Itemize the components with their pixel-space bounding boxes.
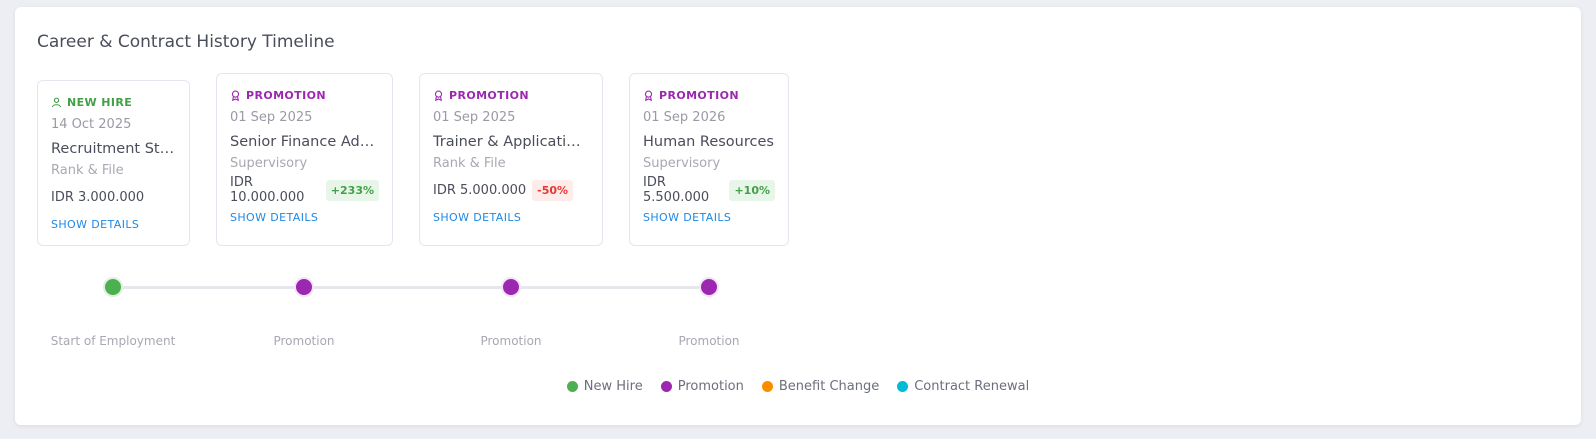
award-icon xyxy=(434,90,443,101)
event-type-label: PROMOTION xyxy=(449,88,529,102)
legend-label: Benefit Change xyxy=(778,379,880,394)
timeline-dot-new-hire[interactable] xyxy=(103,277,123,297)
timeline-dot-promotion[interactable] xyxy=(501,277,521,297)
award-icon xyxy=(231,90,240,101)
salary-change-badge: +10% xyxy=(729,179,775,201)
legend-dot xyxy=(761,381,773,392)
user-icon xyxy=(51,97,62,107)
event-card-promotion: PROMOTION 01 Sep 2026 Human Resources Su… xyxy=(629,73,789,246)
timeline-dot-promotion[interactable] xyxy=(699,277,719,297)
salary-change-badge: +233% xyxy=(325,179,379,201)
show-details-link[interactable]: SHOW DETAILS xyxy=(230,211,318,224)
event-type-label: PROMOTION xyxy=(659,88,739,102)
event-level: Rank & File xyxy=(433,156,506,171)
event-date: 14 Oct 2025 xyxy=(51,117,132,132)
timeline-label: Promotion xyxy=(273,334,335,348)
event-date: 01 Sep 2025 xyxy=(230,110,313,125)
event-role: Senior Finance Admin xyxy=(230,134,379,150)
event-role: Trainer & Application Specialist xyxy=(433,134,589,150)
salary-row: IDR 10.000.000 +233% xyxy=(230,175,379,205)
event-card-new-hire: NEW HIRE 14 Oct 2025 Recruitment Staff R… xyxy=(37,80,190,246)
salary-row: IDR 3.000.000 xyxy=(51,185,176,209)
event-salary: IDR 3.000.000 xyxy=(51,189,145,205)
show-details-link[interactable]: SHOW DETAILS xyxy=(433,211,521,224)
award-icon xyxy=(644,90,653,101)
event-date: 01 Sep 2025 xyxy=(433,110,516,125)
legend: New Hire Promotion Benefit Change Contra… xyxy=(15,379,1581,394)
show-details-link[interactable]: SHOW DETAILS xyxy=(51,218,139,231)
event-type-label: PROMOTION xyxy=(246,88,326,102)
event-level: Supervisory xyxy=(230,156,308,171)
timeline-card: Career & Contract History Timeline NEW H… xyxy=(15,7,1581,425)
event-type: NEW HIRE xyxy=(51,94,176,110)
event-date: 01 Sep 2026 xyxy=(643,110,726,125)
legend-item-benefit-change[interactable]: Benefit Change xyxy=(761,379,880,394)
event-level: Supervisory xyxy=(643,156,721,171)
event-role: Recruitment Staff xyxy=(51,141,176,157)
page-title: Career & Contract History Timeline xyxy=(37,32,335,52)
event-salary: IDR 5.500.000 xyxy=(643,175,710,205)
legend-dot xyxy=(566,381,578,392)
event-salary: IDR 10.000.000 xyxy=(230,175,305,205)
legend-label: Promotion xyxy=(677,379,744,394)
event-type: PROMOTION xyxy=(433,87,589,103)
salary-row: IDR 5.500.000 +10% xyxy=(643,175,775,205)
event-type: PROMOTION xyxy=(230,87,379,103)
salary-row: IDR 5.000.000 -50% xyxy=(433,178,589,202)
timeline-label: Start of Employment xyxy=(50,334,176,348)
event-card-promotion: PROMOTION 01 Sep 2025 Trainer & Applicat… xyxy=(419,73,603,246)
legend-dot xyxy=(660,381,672,392)
timeline-track xyxy=(113,286,711,289)
show-details-link[interactable]: SHOW DETAILS xyxy=(643,211,731,224)
event-role: Human Resources xyxy=(643,134,774,150)
timeline-dot-promotion[interactable] xyxy=(294,277,314,297)
event-card-promotion: PROMOTION 01 Sep 2025 Senior Finance Adm… xyxy=(216,73,393,246)
event-type-label: NEW HIRE xyxy=(67,95,133,109)
event-type: PROMOTION xyxy=(643,87,775,103)
legend-item-new-hire[interactable]: New Hire xyxy=(566,379,643,394)
timeline-label: Promotion xyxy=(678,334,740,348)
legend-label: New Hire xyxy=(583,379,643,394)
legend-item-contract-renewal[interactable]: Contract Renewal xyxy=(897,379,1029,394)
timeline-label: Promotion xyxy=(480,334,542,348)
legend-item-promotion[interactable]: Promotion xyxy=(660,379,744,394)
event-salary: IDR 5.000.000 xyxy=(433,182,527,198)
legend-dot xyxy=(897,381,909,392)
event-level: Rank & File xyxy=(51,163,124,178)
salary-change-badge: -50% xyxy=(532,179,574,201)
legend-label: Contract Renewal xyxy=(914,379,1030,394)
